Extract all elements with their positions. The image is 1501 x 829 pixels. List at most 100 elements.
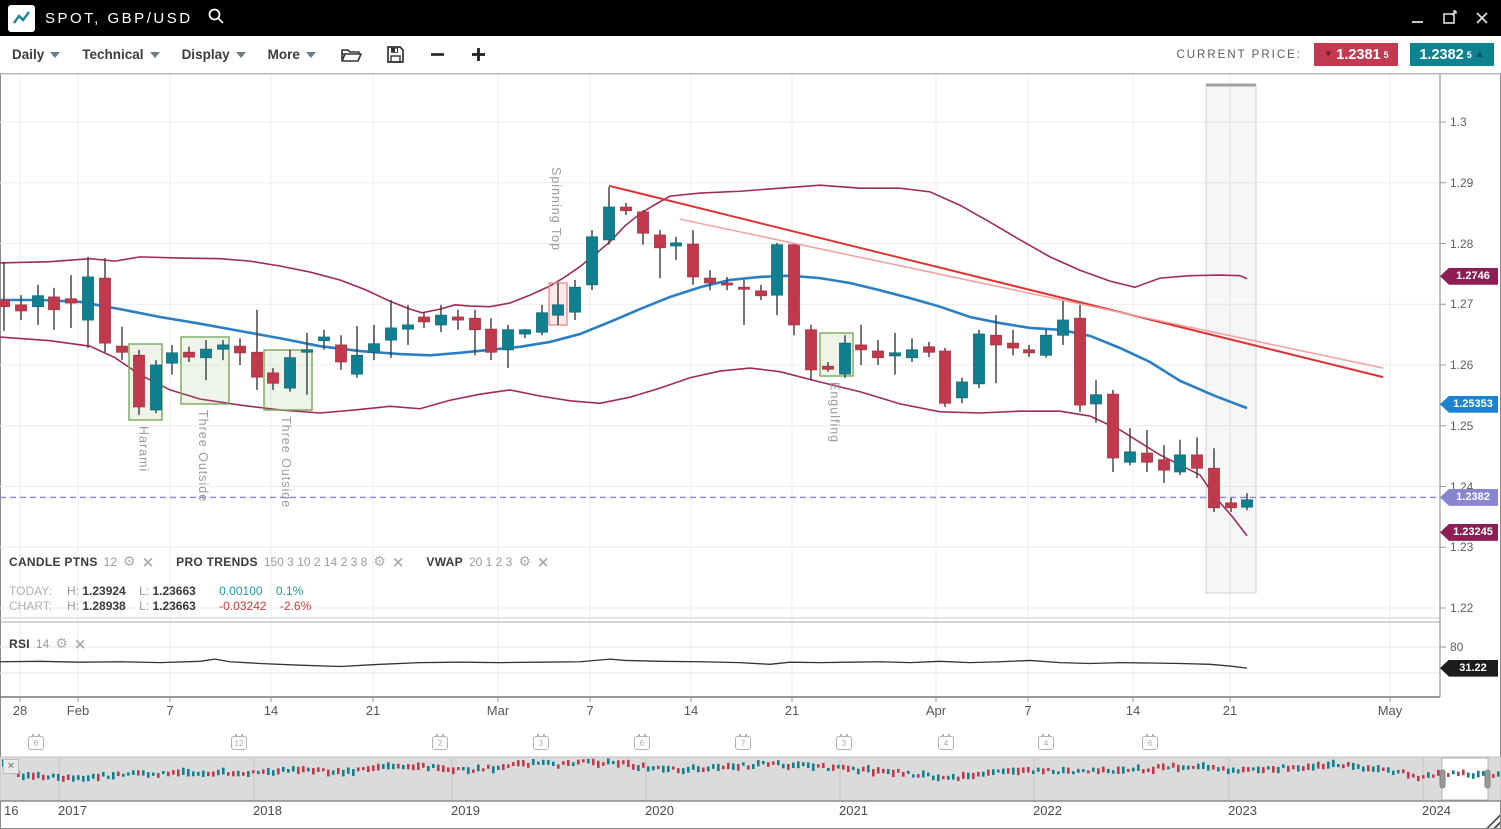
x-axis-tick-Mar: Mar (487, 703, 509, 718)
indicator-rsi-params: 14 (36, 637, 49, 651)
bid-price: 1.2381 (1336, 47, 1380, 63)
calendar-event-icon[interactable]: 3 (533, 736, 549, 750)
open-folder-icon[interactable] (340, 46, 362, 64)
x-axis-tick-21: 21 (366, 703, 380, 718)
remove-indicator-icon[interactable]: × (142, 555, 155, 569)
calendar-event-icon[interactable]: 7 (735, 736, 751, 750)
calendar-event-icon[interactable]: 4 (938, 736, 954, 750)
toolbar: Daily Technical Display More CURRENT PRI… (0, 36, 1501, 74)
price-axis-tick-1.26: 1.26 (1450, 358, 1473, 372)
chart-canvas[interactable] (0, 0, 1501, 829)
navigator-year-2020: 2020 (645, 803, 674, 818)
calendar-event-icon[interactable]: 4 (1038, 736, 1054, 750)
high-label: H: (67, 584, 79, 598)
calendar-event-icon[interactable]: 6 (1142, 736, 1158, 750)
display-menu[interactable]: Display (182, 47, 246, 62)
gear-icon[interactable]: ⚙ (55, 637, 68, 651)
indicator-pro-trends-label: PRO TRENDS (176, 555, 258, 569)
price-axis-tick-1.27: 1.27 (1450, 297, 1473, 311)
chevron-down-icon (150, 52, 160, 58)
indicator-row: CANDLE PTNS 12 ⚙ × PRO TRENDS 150 3 10 2… (9, 555, 549, 569)
price-stats: TODAY: H: 1.23924 L: 1.23663 0.00100 0.1… (9, 584, 311, 614)
chevron-down-icon (236, 52, 246, 58)
zoom-in-button[interactable] (470, 46, 487, 63)
more-menu[interactable]: More (268, 47, 316, 62)
close-icon[interactable] (1473, 9, 1491, 27)
price-axis-tick-1.23: 1.23 (1450, 540, 1473, 554)
technical-menu[interactable]: Technical (82, 47, 159, 62)
calendar-event-icon[interactable]: 12 (231, 736, 247, 750)
ask-price-badge: 1.23825 ▲ (1410, 43, 1494, 66)
pattern-annotation-engulfing: Engulfing (828, 382, 842, 470)
search-icon[interactable] (207, 7, 225, 30)
navigator-year-2019: 2019 (451, 803, 480, 818)
pattern-annotation-three-outside: Three Outside (279, 416, 293, 537)
timeframe-menu[interactable]: Daily (12, 47, 60, 62)
remove-indicator-icon[interactable]: × (74, 637, 87, 651)
pattern-annotation-three-outside: Three Outside (196, 410, 210, 531)
popout-button[interactable] (1441, 9, 1459, 27)
bid-pipette: 5 (1384, 50, 1389, 60)
timeframe-menu-label: Daily (12, 47, 44, 62)
calendar-event-icon[interactable]: 2 (432, 736, 448, 750)
navigator-close-button[interactable]: × (3, 759, 19, 774)
x-axis-tick-21: 21 (785, 703, 799, 718)
more-menu-label: More (268, 47, 300, 62)
low-label: L: (139, 584, 149, 598)
ask-pipette: 5 (1467, 50, 1472, 60)
save-icon[interactable] (386, 45, 405, 64)
price-axis-tick-1.25: 1.25 (1450, 419, 1473, 433)
price-badge-1.23245: 1.23245 (1440, 524, 1498, 541)
low-label: L: (139, 599, 149, 613)
minimize-button[interactable] (1409, 9, 1427, 27)
rsi-axis-tick-80: 80 (1450, 640, 1463, 654)
price-badge-31.22: 31.22 (1440, 660, 1498, 677)
today-change: 0.00100 (219, 584, 262, 598)
chevron-down-icon (50, 52, 60, 58)
navigator-year-2018: 2018 (253, 803, 282, 818)
remove-indicator-icon[interactable]: × (392, 555, 405, 569)
chart-change-pct: -2.6% (280, 599, 311, 613)
remove-indicator-icon[interactable]: × (537, 555, 550, 569)
navigator-year-2022: 2022 (1033, 803, 1062, 818)
calendar-event-icon[interactable]: 6 (634, 736, 650, 750)
navigator-handle-right[interactable] (1485, 770, 1490, 788)
indicator-vwap-label: VWAP (426, 555, 463, 569)
price-axis-tick-1.22: 1.22 (1450, 601, 1473, 615)
high-label: H: (67, 599, 79, 613)
indicator-vwap-params: 20 1 2 3 (469, 555, 512, 569)
x-axis-tick-Apr: Apr (926, 703, 946, 718)
price-axis-tick-1.29: 1.29 (1450, 176, 1473, 190)
x-axis-tick-May: May (1378, 703, 1403, 718)
price-badge-1.2382: 1.2382 (1440, 489, 1498, 506)
navigator-year-2021: 2021 (839, 803, 868, 818)
x-axis-tick-7: 7 (166, 703, 173, 718)
chart-low: 1.23663 (152, 599, 195, 613)
bid-price-badge: ▼ 1.2381 5 (1314, 43, 1398, 66)
price-badge-1.2746: 1.2746 (1440, 268, 1498, 285)
title-bar: SPOT, GBP/USD (0, 0, 1501, 36)
indicator-pro-trends-params: 150 3 10 2 14 2 3 8 (264, 555, 367, 569)
zoom-out-button[interactable] (429, 46, 446, 63)
arrow-down-icon: ▼ (1323, 50, 1333, 60)
display-menu-label: Display (182, 47, 230, 62)
calendar-event-icon[interactable]: 6 (28, 736, 44, 750)
x-axis-tick-7: 7 (586, 703, 593, 718)
instrument-title: SPOT, GBP/USD (45, 10, 193, 27)
x-axis-tick-14: 14 (264, 703, 278, 718)
today-high: 1.23924 (82, 584, 125, 598)
navigator-year-16: 16 (4, 803, 18, 818)
x-axis-tick-Feb: Feb (67, 703, 89, 718)
app-logo-chart-icon (8, 5, 35, 32)
pattern-annotation-harami: Harami (137, 426, 151, 489)
rsi-indicator-row: RSI 14 ⚙ × (9, 637, 86, 651)
today-label: TODAY: (9, 584, 59, 599)
chart-change: -0.03242 (219, 599, 266, 613)
x-axis-tick-7: 7 (1024, 703, 1031, 718)
navigator-year-2023: 2023 (1228, 803, 1257, 818)
gear-icon[interactable]: ⚙ (518, 555, 531, 569)
gear-icon[interactable]: ⚙ (373, 555, 386, 569)
navigator-handle-left[interactable] (1440, 770, 1445, 788)
gear-icon[interactable]: ⚙ (123, 555, 136, 569)
calendar-event-icon[interactable]: 3 (836, 736, 852, 750)
